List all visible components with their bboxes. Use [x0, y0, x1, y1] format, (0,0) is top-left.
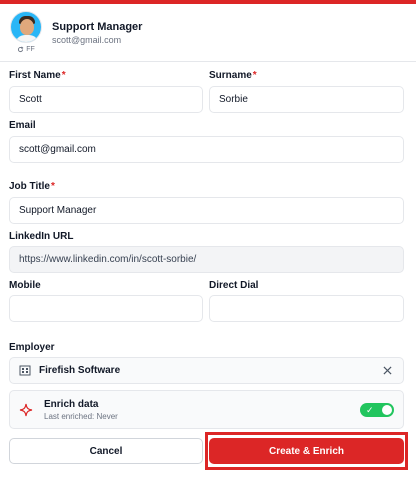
enrich-toggle[interactable]: ✓	[360, 402, 394, 417]
job-title-label-text: Job Title	[9, 181, 50, 192]
email-input[interactable]	[9, 136, 404, 163]
employer-label: Employer	[9, 342, 55, 354]
check-icon: ✓	[366, 404, 374, 415]
contact-email: scott@gmail.com	[52, 35, 122, 45]
surname-label-text: Surname	[209, 70, 252, 81]
email-label-text: Email	[9, 120, 36, 131]
avatar-badge-text: FF	[26, 46, 35, 53]
enrich-title: Enrich data	[44, 398, 99, 410]
linkedin-label: LinkedIn URL	[9, 231, 73, 243]
header-divider	[0, 61, 416, 62]
surname-input[interactable]	[209, 86, 404, 113]
mobile-label-text: Mobile	[9, 280, 41, 291]
building-icon	[19, 365, 31, 376]
first-name-label-text: First Name	[9, 70, 61, 81]
job-title-input[interactable]	[9, 197, 404, 224]
contact-header: FF Support Manager scott@gmail.com	[9, 11, 142, 57]
header-text: Support Manager scott@gmail.com	[52, 21, 142, 45]
surname-label: Surname*	[209, 70, 257, 82]
create-and-enrich-button[interactable]: Create & Enrich	[209, 438, 404, 464]
refresh-icon	[18, 46, 24, 53]
direct-dial-input[interactable]	[209, 295, 404, 322]
first-name-label: First Name*	[9, 70, 66, 82]
mobile-label: Mobile	[9, 280, 41, 292]
first-name-input[interactable]	[9, 86, 203, 113]
linkedin-label-text: LinkedIn URL	[9, 231, 74, 242]
sparkle-icon	[19, 403, 33, 417]
direct-dial-label-text: Direct Dial	[209, 280, 259, 291]
close-icon[interactable]	[380, 364, 394, 378]
employer-label-text: Employer	[9, 342, 55, 353]
required-mark: *	[61, 70, 66, 81]
avatar-face	[20, 19, 34, 35]
toggle-knob	[382, 404, 392, 415]
avatar-badge: FF	[17, 46, 35, 53]
employer-name: Firefish Software	[39, 365, 121, 376]
employer-field[interactable]: Firefish Software	[9, 357, 404, 384]
top-accent-bar	[0, 0, 416, 4]
contact-title: Support Manager	[52, 21, 143, 33]
linkedin-url-input[interactable]	[9, 246, 404, 273]
enrich-text: Enrich data Last enriched: Never	[44, 399, 360, 421]
enrich-data-panel: Enrich data Last enriched: Never ✓	[9, 390, 404, 429]
required-mark: *	[252, 70, 257, 81]
email-label: Email	[9, 120, 36, 132]
enrich-subtitle: Last enriched: Never	[44, 411, 118, 421]
avatar-group: FF	[9, 11, 43, 53]
required-mark: *	[50, 181, 55, 192]
avatar[interactable]	[10, 11, 42, 43]
cancel-button[interactable]: Cancel	[9, 438, 203, 464]
job-title-label: Job Title*	[9, 181, 55, 193]
mobile-input[interactable]	[9, 295, 203, 322]
avatar-shirt	[15, 35, 39, 42]
direct-dial-label: Direct Dial	[209, 280, 258, 292]
